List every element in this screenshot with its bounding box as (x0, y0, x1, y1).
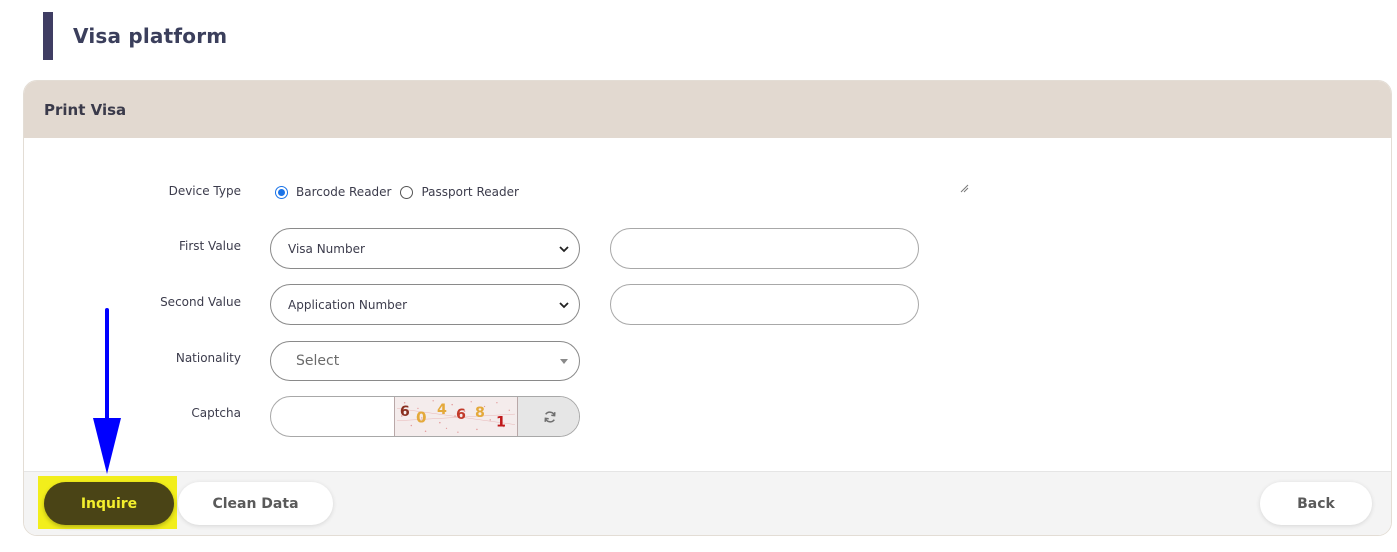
back-button[interactable]: Back (1260, 482, 1372, 525)
captcha-refresh-button[interactable] (518, 397, 579, 436)
chevron-down-icon (559, 302, 569, 309)
first-value-select[interactable]: Visa Number (270, 228, 580, 269)
barcode-reader-label[interactable]: Barcode Reader (296, 185, 391, 199)
device-type-label: Device Type (168, 184, 241, 198)
passport-reader-label[interactable]: Passport Reader (421, 185, 518, 199)
caret-down-icon (560, 359, 568, 364)
inquire-button[interactable]: Inquire (44, 482, 174, 525)
captcha-group: 6 0 4 6 8 1 (270, 396, 580, 437)
card-header: Print Visa (24, 81, 1391, 138)
page-title-accent-bar (43, 12, 53, 60)
device-type-radio-group: Barcode Reader Passport Reader (275, 185, 528, 199)
card-title: Print Visa (44, 100, 127, 119)
chevron-down-icon (559, 246, 569, 253)
captcha-digit-1: 6 (400, 404, 410, 420)
page-title: Visa platform (73, 24, 228, 48)
captcha-digit-3: 4 (437, 402, 447, 418)
nationality-placeholder: Select (296, 353, 340, 369)
captcha-digit-5: 8 (475, 405, 485, 421)
page-header: Visa platform (43, 12, 227, 60)
captcha-image: 6 0 4 6 8 1 (394, 397, 518, 436)
second-value-select[interactable]: Application Number (270, 284, 580, 325)
refresh-icon (543, 410, 556, 423)
passport-reader-radio[interactable] (400, 185, 414, 199)
print-visa-card: Print Visa Device Type Barcode Reader Pa… (23, 80, 1392, 536)
first-value-input[interactable] (610, 228, 919, 269)
captcha-digit-4: 6 (456, 407, 466, 423)
arrow-down-icon (93, 308, 121, 474)
resize-handle-icon[interactable] (959, 183, 969, 193)
captcha-digit-6: 1 (496, 414, 506, 430)
barcode-reader-radio[interactable] (275, 185, 288, 199)
second-value-selected: Application Number (288, 297, 408, 312)
captcha-digit-2: 0 (416, 409, 427, 427)
clean-data-button[interactable]: Clean Data (178, 482, 333, 525)
second-value-input[interactable] (610, 284, 919, 325)
first-value-selected: Visa Number (288, 241, 365, 256)
first-value-label: First Value (178, 239, 241, 253)
nationality-select[interactable]: Select (270, 341, 580, 381)
captcha-input[interactable] (271, 397, 395, 436)
second-value-label: Second Value (160, 295, 241, 309)
